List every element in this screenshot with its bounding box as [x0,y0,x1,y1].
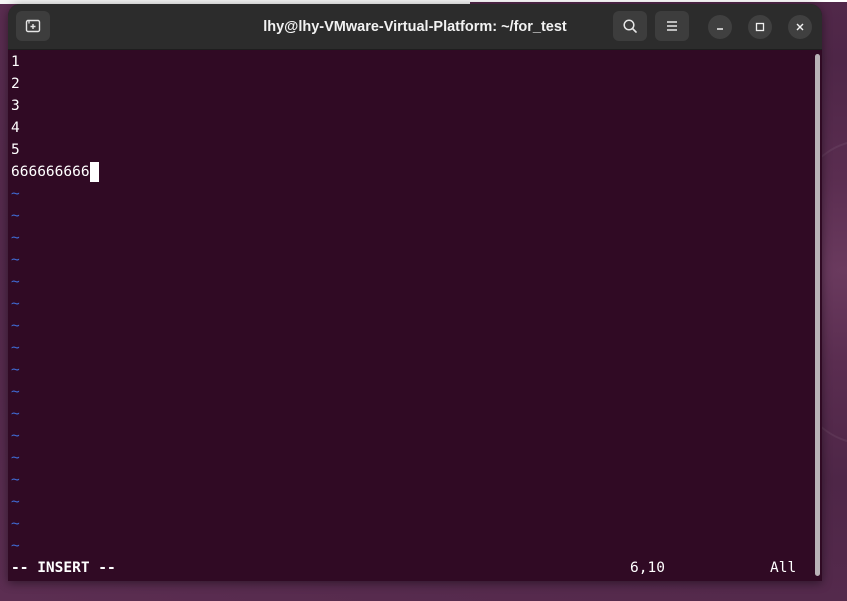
tilde-marker: ~ [11,472,20,488]
maximize-button[interactable] [748,15,772,39]
minimize-button[interactable] [708,15,732,39]
tilde-marker: ~ [11,296,20,312]
tilde-marker: ~ [11,318,20,334]
vim-status-line: -- INSERT -- 6,10 All [11,557,811,579]
minimize-icon [717,28,723,30]
text-cursor [89,162,99,182]
menu-button[interactable] [655,11,689,41]
tilde-marker: ~ [11,340,20,356]
tilde-marker: ~ [11,450,20,466]
maximize-icon [755,22,765,32]
buffer-line: 5 [11,142,20,158]
titlebar[interactable]: lhy@lhy-VMware-Virtual-Platform: ~/for_t… [8,4,822,50]
buffer-line-current: 666666666 [11,161,99,183]
mode-indicator: -- INSERT -- [11,560,116,576]
tilde-marker: ~ [11,406,20,422]
tilde-marker: ~ [11,230,20,246]
scrollbar[interactable] [814,54,820,578]
tilde-marker: ~ [11,186,20,202]
buffer-line: 2 [11,76,20,92]
tilde-marker: ~ [11,208,20,224]
scrollbar-thumb[interactable] [815,54,820,576]
search-icon [623,19,637,33]
terminal-window[interactable]: lhy@lhy-VMware-Virtual-Platform: ~/for_t… [8,4,822,581]
tilde-marker: ~ [11,384,20,400]
buffer-line-text: 666666666 [11,164,90,180]
tilde-marker: ~ [11,274,20,290]
tilde-marker: ~ [11,428,20,444]
tilde-marker: ~ [11,362,20,378]
buffer-line: 3 [11,98,20,114]
search-button[interactable] [613,11,647,41]
scroll-indicator: All [770,560,797,576]
buffer-line: 4 [11,120,20,136]
new-tab-button[interactable] [16,11,50,41]
window-title: lhy@lhy-VMware-Virtual-Platform: ~/for_t… [263,18,567,35]
buffer-line: 1 [11,54,20,70]
cursor-position: 6,10 [630,560,665,576]
close-button[interactable] [788,15,812,39]
new-tab-icon [25,19,41,33]
close-icon [796,23,804,31]
vim-editor-area[interactable]: 1 2 3 4 5 666666666 ~ ~ ~ ~ ~ ~ ~ ~ ~ ~ ~ ~ ~ ~ ~ ~ ~ --… [8,50,814,581]
hamburger-menu-icon [667,21,677,31]
tilde-marker: ~ [11,494,20,510]
tilde-marker: ~ [11,516,20,532]
tilde-marker: ~ [11,538,20,554]
tilde-marker: ~ [11,252,20,268]
